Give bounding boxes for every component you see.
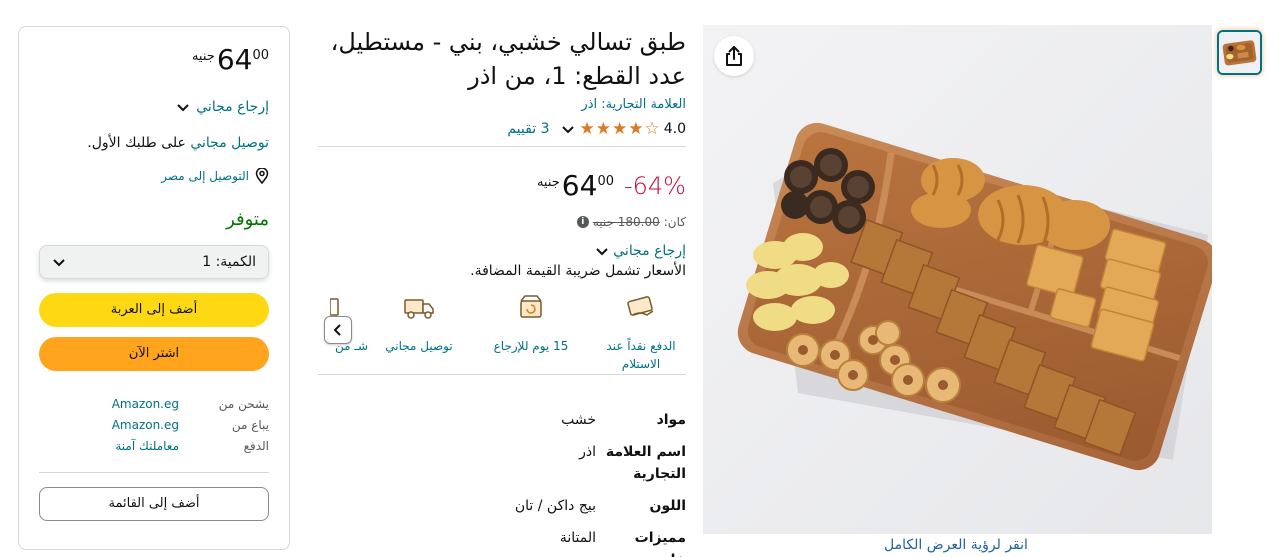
discount-percent: -64% [623,172,686,200]
divider [318,146,686,147]
stock-status: متوفر [226,209,269,230]
star-icon: ★ [579,118,595,139]
payment-value[interactable]: معاملتك آمنة [115,439,179,453]
chevron-left-icon [333,324,341,336]
quantity-value: 1 [202,254,212,270]
feature-returns[interactable]: 15 يوم للإرجاع [486,289,576,355]
star-rating[interactable]: ★ ★ ★ ★ ☆ [579,118,660,139]
carousel-next-button[interactable] [324,316,352,344]
spec-row: مميزات خاصة المتانة [318,527,686,557]
thumbnail-image [1219,32,1260,73]
spec-value: بيج داكن / تان [514,498,596,514]
buybox-price: جنيه 64 00 [39,45,269,79]
chevron-down-icon [53,259,65,267]
brand-link[interactable]: العلامة التجارية: اذر [318,97,686,116]
share-icon [726,46,742,66]
free-returns-label: إرجاع مجاني [613,243,686,259]
star-empty-icon: ☆ [644,118,660,139]
star-icon: ★ [628,118,644,139]
info-icon[interactable]: i [576,216,589,228]
delivery-rest: على طلبك الأول. [87,135,191,151]
rating-value: 4.0 [663,121,686,137]
chevron-down-icon [596,248,608,256]
ships-from-label: يشحن من [218,396,269,411]
was-label: كان: [663,215,686,229]
feature-free-delivery[interactable]: توصيل مجاني [374,289,464,355]
spec-key: مميزات خاصة [634,530,686,557]
rating-row: 4.0 ★ ★ ★ ★ ☆ 3 تقييم [318,116,686,142]
spec-value: خشب [561,412,596,428]
quantity-select[interactable]: الكمية: 1 [39,245,269,279]
sold-by-value[interactable]: Amazon.eg [112,418,179,432]
was-price: 180.00 جنيه [592,215,660,229]
star-icon: ★ [611,118,628,139]
feature-label: الدفع نقداً عند الاستلام [606,339,676,371]
free-delivery-truck-icon [404,299,434,319]
free-returns-label: إرجاع مجاني [196,99,269,115]
product-title: طبق تسالي خشبي، بني - مستطيل، عدد القطع:… [330,28,686,90]
deliver-to-label: التوصيل إلى مصر [161,169,249,183]
price-fraction: 00 [597,174,614,189]
view-full-image-link[interactable]: انقر لرؤية العرض الكامل [884,537,1028,553]
spec-row: اسم العلامة التجارية اذر [318,441,686,495]
list-price-row: كان: 180.00 جنيه i [318,213,686,231]
quantity-label-group: الكمية: 1 [202,254,256,270]
price-whole: 64 [561,169,598,202]
buy-now-button[interactable]: اشتر الآن [39,337,269,371]
spec-key: مواد [656,412,686,428]
feature-label: 15 يوم للإرجاع [493,339,569,353]
spec-value: اذر [579,444,596,460]
add-to-list-button[interactable]: أضف إلى القائمة [39,487,269,521]
chevron-down-icon [177,104,189,112]
free-delivery-link[interactable]: توصيل مجاني [190,135,269,151]
price-currency: جنيه [536,175,560,190]
buybox-free-returns-link[interactable]: إرجاع مجاني [39,97,269,117]
sold-by-label: يباع من [231,417,269,432]
location-pin-icon [255,168,269,184]
price-row: -64% جنيه 64 00 [318,171,686,205]
deliver-to-link[interactable]: التوصيل إلى مصر [39,167,269,185]
quantity-label: الكمية: [215,254,256,270]
feature-cash-on-delivery[interactable]: الدفع نقداً عند الاستلام [596,289,686,373]
spec-value: المتانة [559,530,596,546]
vat-note: الأسعار تشمل ضريبة القيمة المضافة. [470,263,686,279]
current-price: جنيه 64 00 [537,171,614,201]
share-button[interactable] [714,36,754,76]
payment-row: الدفع معاملتك آمنة [39,435,269,456]
return-box-icon [520,295,542,318]
seller-info: يشحن من Amazon.eg يباع من Amazon.eg الدف… [39,393,269,456]
ships-from-value[interactable]: Amazon.eg [112,397,179,411]
cash-on-delivery-icon [627,296,654,316]
main-product-image[interactable] [703,25,1212,534]
divider [39,472,269,473]
features-carousel: الدفع نقداً عند الاستلام 15 يوم للإرجاع … [318,289,686,375]
sold-by-row: يباع من Amazon.eg [39,414,269,435]
star-icon: ★ [595,118,611,139]
product-specs: مواد خشب اسم العلامة التجارية اذر اللون … [318,409,686,557]
rating-count-link[interactable]: 3 تقييم [507,121,549,137]
price-currency: جنيه [191,49,215,64]
add-to-cart-button[interactable]: أضف إلى العربة [39,293,269,327]
feature-label: توصيل مجاني [385,339,453,353]
product-details: طبق تسالي خشبي، بني - مستطيل، عدد القطع:… [318,25,686,557]
spec-row: اللون بيج داكن / تان [318,495,686,527]
product-photo [703,25,1212,534]
buy-box: جنيه 64 00 إرجاع مجاني توصيل مجاني على ط… [18,26,290,550]
product-thumbnail[interactable] [1217,30,1262,75]
delivery-message: توصيل مجاني على طلبك الأول. [39,133,269,153]
spec-key: اسم العلامة التجارية [605,444,686,482]
spec-key: اللون [649,498,687,514]
payment-label: الدفع [243,438,269,453]
price-fraction: 00 [252,48,269,63]
price-whole: 64 [216,43,253,76]
spec-row: مواد خشب [318,409,686,441]
chevron-down-icon[interactable] [561,122,575,136]
ships-from-row: يشحن من Amazon.eg [39,393,269,414]
free-returns-link[interactable]: إرجاع مجاني [318,241,686,261]
